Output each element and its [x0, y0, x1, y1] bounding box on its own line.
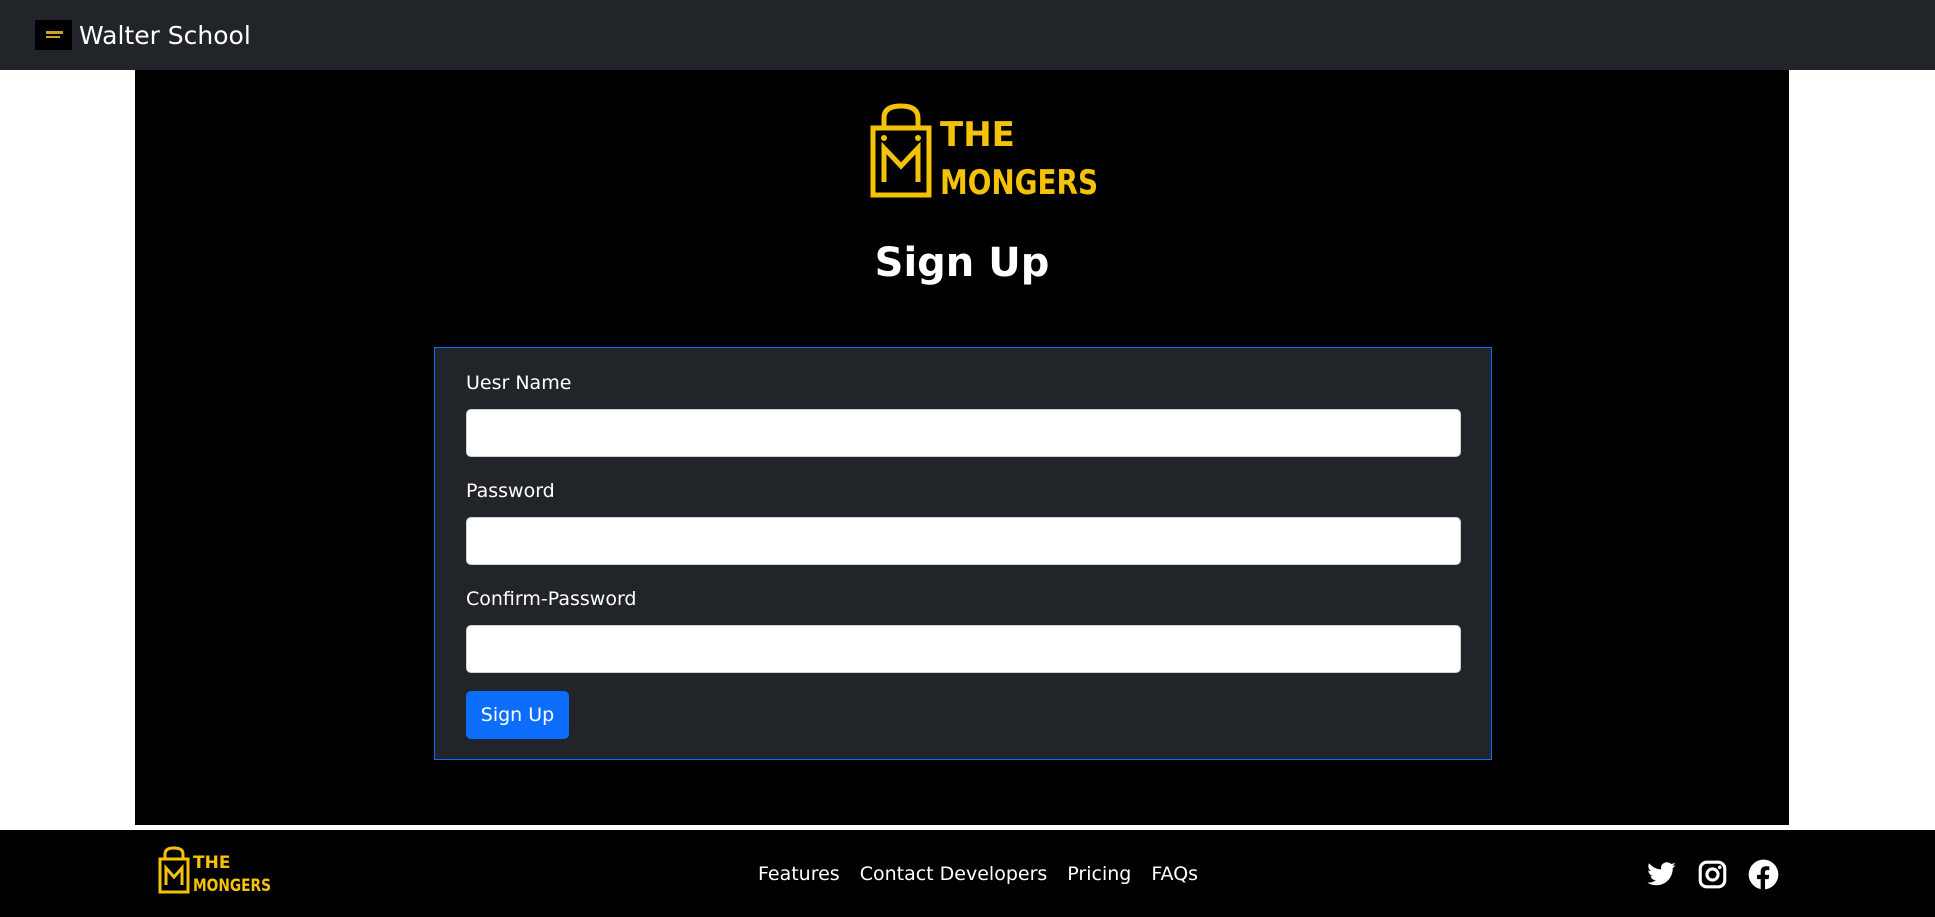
- navbar-logo[interactable]: [35, 20, 72, 50]
- footer-link-contact-developers[interactable]: Contact Developers: [860, 863, 1048, 885]
- password-label: Password: [466, 480, 555, 502]
- social-links: [1646, 859, 1779, 890]
- footer-link-faqs[interactable]: FAQs: [1151, 863, 1198, 885]
- instagram-icon[interactable]: [1697, 859, 1728, 890]
- password-input[interactable]: [466, 517, 1461, 565]
- svg-text:MONGERS: MONGERS: [193, 876, 271, 894]
- twitter-icon[interactable]: [1646, 859, 1677, 890]
- username-input[interactable]: [466, 409, 1461, 457]
- navbar-brand[interactable]: Walter School: [79, 21, 251, 50]
- facebook-icon[interactable]: [1748, 859, 1779, 890]
- main-content: THE MONGERS Sign Up Uesr Name Password C…: [135, 70, 1789, 825]
- footer: THE MONGERS Features Contact Developers …: [0, 830, 1935, 917]
- footer-link-pricing[interactable]: Pricing: [1067, 863, 1131, 885]
- footer-link-features[interactable]: Features: [758, 863, 840, 885]
- signup-button[interactable]: Sign Up: [466, 691, 569, 739]
- confirm-password-label: Confirm-Password: [466, 588, 637, 610]
- logo-text-mongers: MONGERS: [940, 163, 1098, 200]
- username-label: Uesr Name: [466, 372, 572, 394]
- logo-text-the: THE: [940, 115, 1015, 155]
- page-title: Sign Up: [874, 240, 1050, 286]
- footer-logo[interactable]: THE MONGERS: [158, 846, 273, 894]
- footer-nav: Features Contact Developers Pricing FAQs: [758, 830, 1198, 917]
- top-navbar: Walter School: [0, 0, 1935, 70]
- svg-text:THE: THE: [193, 853, 230, 873]
- confirm-password-input[interactable]: [466, 625, 1461, 673]
- signup-form: Uesr Name Password Confirm-Password Sign…: [434, 347, 1492, 760]
- mongers-logo: THE MONGERS: [870, 103, 1098, 200]
